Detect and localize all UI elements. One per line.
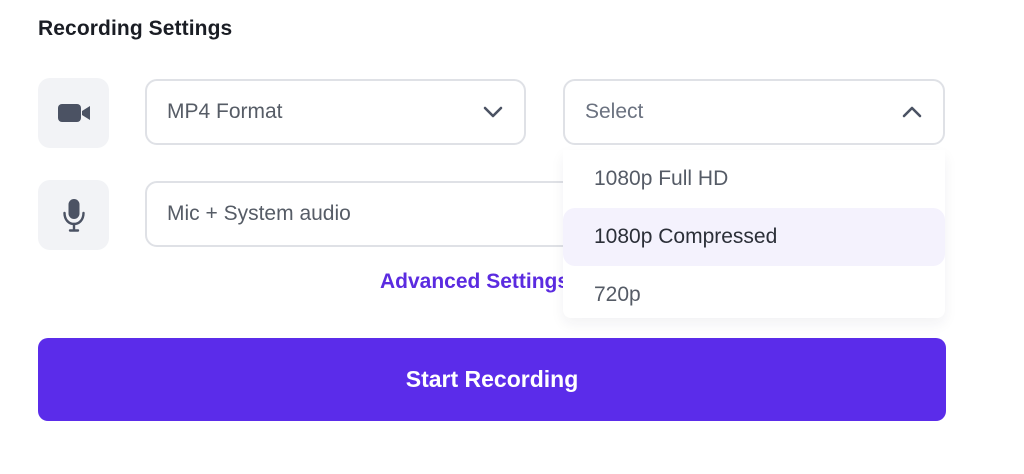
start-recording-button[interactable]: Start Recording (38, 338, 946, 421)
video-quality-select[interactable]: Select (563, 79, 945, 145)
video-icon-tile (38, 78, 109, 148)
dropdown-option-720p[interactable]: 720p (563, 266, 945, 318)
microphone-icon (62, 199, 85, 232)
video-camera-icon (57, 104, 90, 122)
video-format-value: MP4 Format (167, 100, 283, 123)
section-title: Recording Settings (38, 17, 233, 40)
advanced-settings-link[interactable]: Advanced Settings (380, 270, 569, 294)
dropdown-option-1080p-full-hd[interactable]: 1080p Full HD (563, 150, 945, 208)
video-quality-placeholder: Select (585, 100, 644, 123)
dropdown-option-1080p-compressed[interactable]: 1080p Compressed (563, 208, 945, 266)
audio-source-value: Mic + System audio (167, 202, 351, 225)
video-format-select[interactable]: MP4 Format (145, 79, 526, 145)
microphone-icon-tile (38, 180, 109, 250)
chevron-up-icon (901, 101, 923, 123)
video-quality-dropdown-menu: 1080p Full HD 1080p Compressed 720p (563, 150, 945, 318)
chevron-down-icon (482, 101, 504, 123)
